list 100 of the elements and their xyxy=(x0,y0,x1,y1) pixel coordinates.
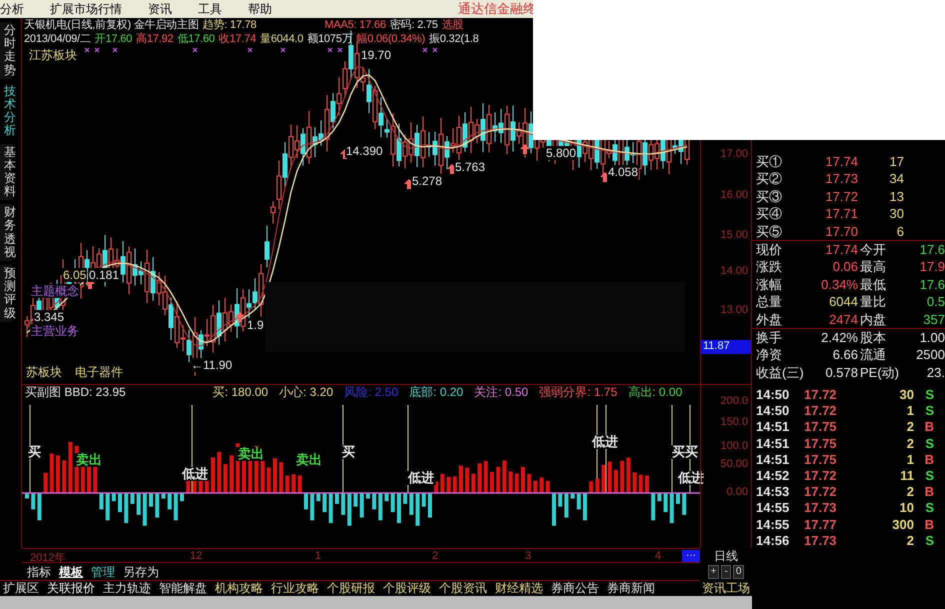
tick-volume: 2 xyxy=(906,436,914,452)
zoom-button[interactable]: 0 xyxy=(732,564,744,578)
quote-info: 量6044.0 xyxy=(260,32,304,46)
axis-label: 3 xyxy=(525,550,532,562)
indicator-value: 买副图 BBD: 23.95 xyxy=(25,385,126,399)
nav-link[interactable]: 关联报价 xyxy=(47,580,95,597)
nav-link[interactable]: 个股评级 xyxy=(383,580,431,597)
stat-label: 换手 xyxy=(756,329,783,346)
bid-price: 17.73 xyxy=(824,170,858,188)
cross-marker-icon xyxy=(94,47,100,53)
tick-price: 17.75 xyxy=(804,436,838,452)
cross-marker-icon xyxy=(84,47,90,53)
nav-link[interactable]: 行业攻略 xyxy=(271,580,319,597)
chart-annotation: 3.345 xyxy=(33,310,66,324)
tick-time: 14:50 xyxy=(756,403,790,420)
bid-label: 买④ xyxy=(756,205,783,223)
bid-label: 买② xyxy=(756,170,783,188)
cross-marker-icon xyxy=(112,47,118,53)
nav-link[interactable]: 个股资讯 xyxy=(439,580,487,597)
tick-side: S xyxy=(924,387,934,404)
signal-label: 低进 xyxy=(590,435,620,449)
chart-title: 趋势: 17.78 xyxy=(202,18,256,32)
signal-label: 买 xyxy=(26,445,43,459)
stat-value: 2474 xyxy=(828,310,858,328)
nav-link[interactable]: 财经精选 xyxy=(495,580,543,597)
menu-item[interactable]: 分析 xyxy=(0,0,24,18)
cross-marker-icon xyxy=(432,47,438,53)
bottom-tab[interactable]: 另存为 xyxy=(121,564,161,578)
chart-annotation: 5.278 xyxy=(411,174,444,188)
nav-link[interactable]: 券商新闻 xyxy=(607,580,655,597)
stat-value: 0.5 xyxy=(926,293,945,311)
quote-info: 收17.74 xyxy=(218,32,256,46)
nav-link[interactable]: 机构攻略 xyxy=(215,580,263,597)
tick-price: 17.75 xyxy=(804,419,838,436)
quote-info: 2013/04/09/二 xyxy=(24,32,91,46)
tick-price: 17.72 xyxy=(804,484,838,500)
tick-side: S xyxy=(924,500,934,517)
menu-item[interactable]: 扩展市场行情 xyxy=(50,0,122,18)
quote-info: 低17.60 xyxy=(177,32,215,46)
tick-price: 17.73 xyxy=(804,500,838,517)
tick-volume: 11 xyxy=(899,468,914,484)
chart-annotation: 苏板块 xyxy=(25,365,63,379)
stat-label: 净资 xyxy=(756,346,783,364)
chart-annotation: 江苏板块 xyxy=(28,48,78,62)
axis-label: 13.00 xyxy=(720,304,748,316)
bid-price: 17.72 xyxy=(824,188,858,206)
menu-item[interactable]: 帮助 xyxy=(248,0,272,18)
nav-link[interactable]: 主力轨迹 xyxy=(103,580,151,597)
bid-volume: 30 xyxy=(888,205,904,223)
stat-label: 现价 xyxy=(756,241,783,258)
tick-time: 14:56 xyxy=(756,532,790,550)
bid-volume: 17 xyxy=(888,153,904,170)
tick-price: 17.72 xyxy=(804,387,838,404)
axis-label: 14.00 xyxy=(720,265,748,277)
nav-link[interactable]: 资讯工场 xyxy=(700,580,752,596)
bottom-tab[interactable]: 管理 xyxy=(89,564,117,578)
signal-label: 低进 xyxy=(180,467,210,481)
tick-volume: 30 xyxy=(898,387,914,404)
signal-label: 买买 xyxy=(670,445,700,459)
menu-item[interactable]: 工具 xyxy=(198,0,222,18)
tick-time: 14:55 xyxy=(756,500,790,517)
stat-value: 0.34% xyxy=(820,276,858,294)
stat-value: 0.578 xyxy=(824,364,858,382)
zoom-button[interactable]: + xyxy=(708,564,720,578)
axis-label: 1 xyxy=(315,550,322,562)
indicator-value: 关注: 0.50 xyxy=(474,385,528,399)
zoom-button[interactable]: - xyxy=(721,564,731,578)
bottom-tab[interactable]: 指标 xyxy=(25,564,53,578)
stat-label: PE(动) xyxy=(859,364,900,382)
nav-link[interactable]: 智能解盘 xyxy=(159,580,207,597)
bottom-tab[interactable]: 模板 xyxy=(57,564,85,578)
nav-link[interactable]: 扩展区 xyxy=(3,580,39,597)
chart-annotation: ←11.90 xyxy=(190,358,234,372)
indicator-value: 选股 xyxy=(442,18,464,32)
stat-label: 总量 xyxy=(756,293,783,311)
axis-label: 0.00 xyxy=(726,486,748,498)
stat-label: 股本 xyxy=(859,329,887,346)
nav-link[interactable]: 个股研报 xyxy=(327,580,375,597)
stat-value: 6.66 xyxy=(832,346,858,364)
nav-link[interactable]: 券商公告 xyxy=(551,580,599,597)
stat-value: 17.9 xyxy=(918,258,945,276)
more-button[interactable]: ··· xyxy=(682,550,700,562)
axis-label: 16.00 xyxy=(720,189,748,201)
stat-value: 23. xyxy=(926,364,945,382)
stat-label: 内盘 xyxy=(859,310,887,328)
tick-volume: 2 xyxy=(906,532,914,550)
chart-title: 天银机电(日线,前复权) 金牛启动主图 xyxy=(24,18,199,32)
quote-info: 开17.60 xyxy=(94,32,132,46)
axis-label: 2 xyxy=(432,550,438,562)
stat-label: 最高 xyxy=(859,258,887,276)
stat-label: 量比 xyxy=(859,293,887,311)
cross-marker-icon xyxy=(337,47,343,53)
axis-label: 4 xyxy=(655,550,662,562)
menu-item[interactable]: 资讯 xyxy=(148,0,172,18)
axis-label: 150.0 xyxy=(720,416,748,428)
stat-value: 17.6 xyxy=(918,241,945,258)
tick-price: 17.73 xyxy=(804,532,838,550)
stat-value: 0.06 xyxy=(832,258,858,276)
cross-marker-icon xyxy=(192,47,198,53)
tick-time: 14:51 xyxy=(756,452,790,468)
